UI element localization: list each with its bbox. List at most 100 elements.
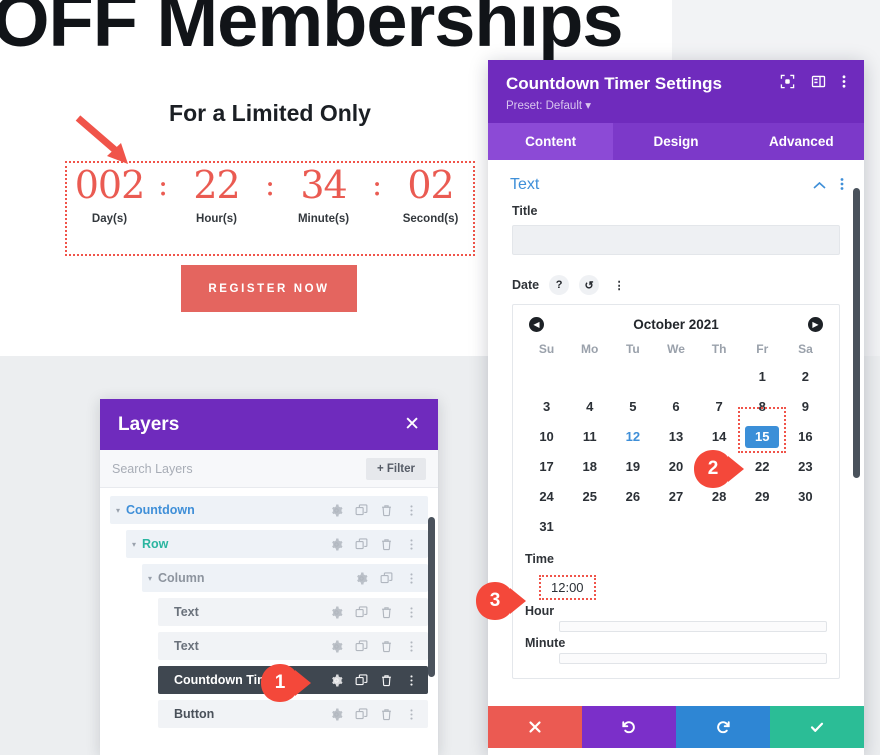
more-options-icon[interactable] bbox=[405, 504, 418, 517]
layer-row[interactable]: Button bbox=[158, 700, 428, 728]
text-section-header[interactable]: Text bbox=[488, 160, 864, 204]
duplicate-icon[interactable] bbox=[355, 537, 368, 551]
next-month-icon[interactable]: ▶ bbox=[807, 317, 823, 332]
trash-icon[interactable] bbox=[380, 504, 393, 517]
save-button[interactable] bbox=[770, 706, 864, 748]
calendar-day-cell[interactable]: 3 bbox=[525, 396, 568, 418]
calendar-day-cell[interactable]: 6 bbox=[654, 396, 697, 418]
calendar-day-cell[interactable]: 13 bbox=[654, 426, 697, 448]
chevron-down-icon[interactable]: ▾ bbox=[142, 574, 158, 583]
calendar-day-cell[interactable]: 8 bbox=[741, 396, 784, 418]
duplicate-icon[interactable] bbox=[355, 605, 368, 619]
more-options-icon[interactable] bbox=[405, 674, 418, 687]
gear-icon[interactable] bbox=[330, 673, 343, 687]
calendar-day-cell[interactable]: 25 bbox=[568, 486, 611, 508]
trash-icon[interactable] bbox=[380, 538, 393, 551]
calendar-day-cell[interactable]: 31 bbox=[525, 516, 568, 538]
calendar-day-cell[interactable]: 5 bbox=[611, 396, 654, 418]
chevron-down-icon[interactable]: ▾ bbox=[110, 506, 126, 515]
chevron-up-icon[interactable] bbox=[813, 178, 826, 193]
register-now-button[interactable]: REGISTER NOW bbox=[181, 265, 357, 312]
hour-slider[interactable] bbox=[559, 621, 827, 632]
more-options-icon[interactable] bbox=[405, 572, 418, 585]
prev-month-icon[interactable]: ◀ bbox=[529, 317, 544, 332]
calendar-day-cell[interactable]: 24 bbox=[525, 486, 568, 508]
minute-slider[interactable] bbox=[559, 653, 827, 664]
tab-content[interactable]: Content bbox=[488, 123, 614, 160]
layer-row[interactable]: ▾ Column bbox=[142, 564, 428, 592]
layer-row[interactable]: ▾ Row bbox=[126, 530, 428, 558]
calendar-day-cell[interactable]: 27 bbox=[654, 486, 697, 508]
calendar-day-today[interactable]: 12 bbox=[611, 426, 654, 448]
layout-panel-icon[interactable] bbox=[811, 74, 826, 94]
more-options-icon[interactable] bbox=[842, 74, 846, 94]
calendar-day-cell[interactable]: 16 bbox=[784, 426, 827, 448]
duplicate-icon[interactable] bbox=[355, 673, 368, 687]
calendar-day-cell[interactable]: 10 bbox=[525, 426, 568, 448]
calendar-day-cell[interactable]: 23 bbox=[784, 456, 827, 478]
calendar-day-cell[interactable]: 28 bbox=[698, 486, 741, 508]
more-options-icon[interactable] bbox=[405, 708, 418, 721]
trash-icon[interactable] bbox=[380, 708, 393, 721]
calendar-day-cell[interactable]: 9 bbox=[784, 396, 827, 418]
help-icon[interactable]: ? bbox=[549, 275, 570, 295]
layers-scrollbar[interactable] bbox=[428, 517, 435, 677]
trash-icon[interactable] bbox=[380, 674, 393, 687]
calendar-day-selected[interactable]: 15 bbox=[738, 407, 787, 453]
calendar-day-cell[interactable]: 4 bbox=[568, 396, 611, 418]
chevron-down-icon[interactable]: ▾ bbox=[126, 540, 142, 549]
calendar-day-cell[interactable]: 17 bbox=[525, 456, 568, 478]
callout-pin-3-number: 3 bbox=[489, 590, 501, 611]
gear-icon[interactable] bbox=[330, 707, 343, 721]
more-options-icon[interactable] bbox=[405, 606, 418, 619]
more-options-icon[interactable] bbox=[405, 538, 418, 551]
gear-icon[interactable] bbox=[330, 639, 343, 653]
calendar-day-cell[interactable]: 22 bbox=[741, 456, 784, 478]
section-more-icon[interactable] bbox=[840, 177, 844, 194]
layer-row[interactable]: Text bbox=[158, 632, 428, 660]
calendar-day-cell[interactable]: 1 bbox=[741, 366, 784, 388]
callout-pin-1-number: 1 bbox=[274, 672, 286, 693]
more-options-icon[interactable] bbox=[405, 640, 418, 653]
gear-icon[interactable] bbox=[355, 571, 368, 585]
calendar-day-cell[interactable]: 15 bbox=[745, 426, 780, 448]
tab-advanced[interactable]: Advanced bbox=[739, 123, 864, 160]
gear-icon[interactable] bbox=[330, 605, 343, 619]
calendar-day-cell[interactable]: 2 bbox=[784, 366, 827, 388]
calendar-day-cell[interactable]: 29 bbox=[741, 486, 784, 508]
trash-icon[interactable] bbox=[380, 640, 393, 653]
filter-button[interactable]: + Filter bbox=[365, 457, 426, 480]
trash-icon[interactable] bbox=[380, 606, 393, 619]
focus-target-icon[interactable] bbox=[780, 74, 795, 94]
layer-row[interactable]: ▾ Countdown bbox=[110, 496, 428, 524]
close-icon[interactable]: ✕ bbox=[404, 415, 420, 434]
duplicate-icon[interactable] bbox=[380, 571, 393, 585]
calendar-day-cell[interactable]: 18 bbox=[568, 456, 611, 478]
settings-scrollbar[interactable] bbox=[853, 188, 860, 478]
hero-title: OFF Memberships bbox=[0, 0, 624, 62]
duplicate-icon[interactable] bbox=[355, 639, 368, 653]
calendar-day-cell[interactable]: 7 bbox=[698, 396, 741, 418]
reset-icon[interactable]: ↺ bbox=[579, 275, 600, 295]
cancel-button[interactable] bbox=[488, 706, 582, 748]
calendar-day-cell[interactable]: 19 bbox=[611, 456, 654, 478]
tab-design[interactable]: Design bbox=[613, 123, 738, 160]
settings-preset[interactable]: Preset: Default ▾ bbox=[506, 98, 846, 112]
redo-button[interactable] bbox=[676, 706, 770, 748]
duplicate-icon[interactable] bbox=[355, 707, 368, 721]
calendar-day-cell[interactable]: 26 bbox=[611, 486, 654, 508]
calendar-day-cell[interactable]: 11 bbox=[568, 426, 611, 448]
date-more-icon[interactable]: ⋮ bbox=[609, 275, 629, 295]
calendar-day-cell[interactable]: 14 bbox=[698, 426, 741, 448]
layer-row-actions bbox=[330, 673, 428, 687]
calendar-dow-tu: Tu bbox=[625, 342, 640, 356]
gear-icon[interactable] bbox=[330, 537, 343, 551]
search-layers-input[interactable]: Search Layers bbox=[112, 462, 193, 476]
calendar-day-cell[interactable]: 30 bbox=[784, 486, 827, 508]
time-value[interactable]: 12:00 bbox=[539, 575, 596, 600]
title-input[interactable] bbox=[512, 225, 840, 255]
undo-button[interactable] bbox=[582, 706, 676, 748]
layer-row[interactable]: Text bbox=[158, 598, 428, 626]
gear-icon[interactable] bbox=[330, 503, 343, 517]
duplicate-icon[interactable] bbox=[355, 503, 368, 517]
